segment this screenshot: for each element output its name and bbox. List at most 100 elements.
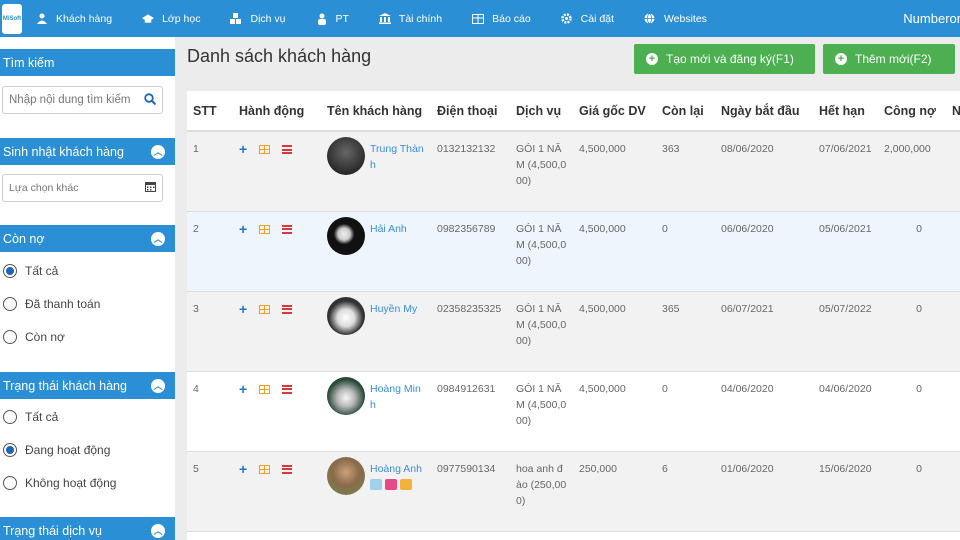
plus-circle-icon: +: [646, 53, 658, 65]
graduation-cap-icon: [142, 13, 155, 25]
debt-radio-owing[interactable]: Còn nợ: [3, 330, 65, 344]
col-header-start[interactable]: Ngày bắt đầu: [715, 91, 813, 132]
search-icon[interactable]: [144, 92, 157, 108]
col-header-more[interactable]: N: [946, 91, 960, 132]
status-radio-inactive[interactable]: Không hoạt động: [3, 476, 116, 490]
radio-button[interactable]: [3, 410, 17, 424]
debt-radio-all[interactable]: Tất cả: [3, 264, 58, 278]
table-row[interactable]: 4 + Hoàng Minh 0984912631 GÓI 1 NĂM (4,5…: [187, 371, 960, 452]
col-header-price[interactable]: Giá gốc DV: [573, 91, 656, 132]
gear-icon: [561, 13, 573, 25]
cubes-icon: [230, 13, 242, 25]
customer-name-link[interactable]: Huyền My: [370, 301, 417, 317]
avatar: [327, 137, 365, 175]
add-icon[interactable]: +: [239, 142, 247, 156]
menu-icon[interactable]: [282, 145, 293, 154]
table-icon[interactable]: [259, 145, 271, 154]
nav-item-settings[interactable]: Cài đặt: [561, 13, 614, 25]
add-icon[interactable]: +: [239, 222, 247, 236]
customer-name-link[interactable]: Hoàng Minh: [370, 381, 425, 413]
radio-button[interactable]: [3, 297, 17, 311]
table-row[interactable]: 2 + Hải Anh 0982356789 GÓI 1 NĂM (4,500,…: [187, 211, 960, 292]
col-header-expire[interactable]: Hết hạn: [813, 91, 878, 132]
nav-label: Dịch vụ: [250, 12, 286, 25]
add-icon[interactable]: +: [239, 302, 247, 316]
user-menu[interactable]: Numberon: [903, 11, 960, 26]
table-row[interactable]: 5 + Hoàng Anh 0977590134 hoa anh đào (25…: [187, 451, 960, 532]
customer-name-link[interactable]: Hải Anh: [370, 221, 407, 237]
nav-item-classes[interactable]: Lớp học: [142, 13, 200, 25]
col-header-name[interactable]: Tên khách hàng: [321, 91, 431, 132]
radio-button[interactable]: [3, 264, 17, 278]
col-header-debt[interactable]: Công nợ: [878, 91, 946, 132]
user-icon: [36, 13, 48, 25]
avatar: [327, 376, 365, 415]
col-header-phone[interactable]: Điện thoại: [431, 91, 510, 132]
filter-sidebar: Tìm kiếm Nhập nội dung tìm kiếm Sinh nhậ…: [0, 37, 175, 540]
debt-section-header[interactable]: Còn nợ ︿: [0, 225, 175, 252]
table-icon: [472, 13, 485, 25]
bank-icon: [378, 13, 391, 25]
plus-circle-icon: +: [835, 53, 847, 65]
radio-button[interactable]: [3, 476, 17, 490]
birthday-select-value: Lựa chọn khác: [9, 182, 79, 194]
chevron-up-icon[interactable]: ︿: [151, 378, 165, 393]
avatar: [327, 456, 365, 495]
calendar-icon[interactable]: [145, 181, 156, 195]
nav-item-reports[interactable]: Báo cáo: [472, 13, 531, 25]
col-header-stt[interactable]: STT: [187, 91, 233, 132]
debt-radio-paid[interactable]: Đã thanh toán: [3, 297, 100, 311]
cake-icon: [385, 478, 397, 490]
ticket-icon: [400, 478, 412, 490]
birthday-section-header[interactable]: Sinh nhật khách hàng ︿: [0, 138, 175, 165]
nav-item-websites[interactable]: Websites: [644, 13, 707, 25]
chevron-up-icon[interactable]: ︿: [151, 144, 165, 159]
add-new-button[interactable]: + Thêm mới(F2): [823, 44, 955, 74]
table-row[interactable]: 1 + Trung Thành 0132132132 GÓI 1 NĂM (4,…: [187, 131, 960, 212]
menu-icon[interactable]: [282, 224, 293, 234]
status-radio-active[interactable]: Đang hoạt động: [3, 443, 110, 457]
customer-status-section-header[interactable]: Trạng thái khách hàng ︿: [0, 372, 175, 399]
add-icon[interactable]: +: [239, 462, 247, 476]
chevron-up-icon[interactable]: ︿: [151, 231, 165, 246]
nav-label: Báo cáo: [492, 12, 531, 25]
nav-label: Khách hàng: [56, 12, 113, 25]
search-section-header: Tìm kiếm: [0, 49, 175, 76]
nav-label: Websites: [663, 12, 707, 25]
logo-text: MiSoft: [2, 15, 22, 22]
top-navbar: MiSoft Khách hàng Lớp học Dịch vụ PT Tài…: [0, 0, 960, 37]
nav-item-customers[interactable]: Khách hàng: [36, 13, 112, 25]
page-title: Danh sách khách hàng: [187, 46, 372, 66]
nav-item-finance[interactable]: Tài chính: [378, 13, 442, 25]
radio-button[interactable]: [3, 443, 17, 457]
avatar: [327, 296, 365, 335]
col-header-service[interactable]: Dịch vụ: [510, 91, 573, 132]
search-input[interactable]: Nhập nội dung tìm kiếm: [2, 86, 163, 114]
menu-icon[interactable]: [282, 304, 293, 314]
status-radio-all[interactable]: Tất cả: [3, 410, 58, 424]
menu-icon[interactable]: [282, 384, 293, 394]
col-header-remaining[interactable]: Còn lại: [656, 91, 715, 132]
customer-name-link[interactable]: Trung Thành: [370, 141, 425, 173]
table-row[interactable]: 3 + Huyền My 02358235325 GÓI 1 NĂM (4,50…: [187, 291, 960, 372]
customer-table: STT Hành động Tên khách hàng Điện thoại …: [187, 91, 960, 540]
app-logo[interactable]: MiSoft: [2, 3, 22, 34]
nav-item-services[interactable]: Dịch vụ: [230, 12, 286, 25]
table-icon[interactable]: [259, 384, 271, 394]
add-icon[interactable]: +: [239, 382, 247, 396]
service-status-section-header[interactable]: Trạng thái dịch vụ ︿: [0, 517, 175, 540]
table-icon[interactable]: [259, 464, 271, 474]
col-header-actions[interactable]: Hành động: [233, 91, 321, 132]
trainer-icon: [316, 13, 328, 25]
nav-item-pt[interactable]: PT: [316, 13, 349, 25]
table-icon[interactable]: [259, 224, 271, 234]
nav-label: Lớp học: [162, 12, 201, 25]
birthday-select[interactable]: Lựa chọn khác: [2, 174, 163, 202]
create-and-register-button[interactable]: + Tạo mới và đăng ký(F1): [634, 44, 815, 74]
menu-icon[interactable]: [282, 464, 293, 474]
customer-name-link[interactable]: Hoàng Anh: [370, 463, 422, 475]
radio-button[interactable]: [3, 330, 17, 344]
table-icon[interactable]: [259, 304, 271, 314]
bottle-icon: [370, 478, 382, 490]
chevron-up-icon[interactable]: ︿: [151, 523, 165, 538]
